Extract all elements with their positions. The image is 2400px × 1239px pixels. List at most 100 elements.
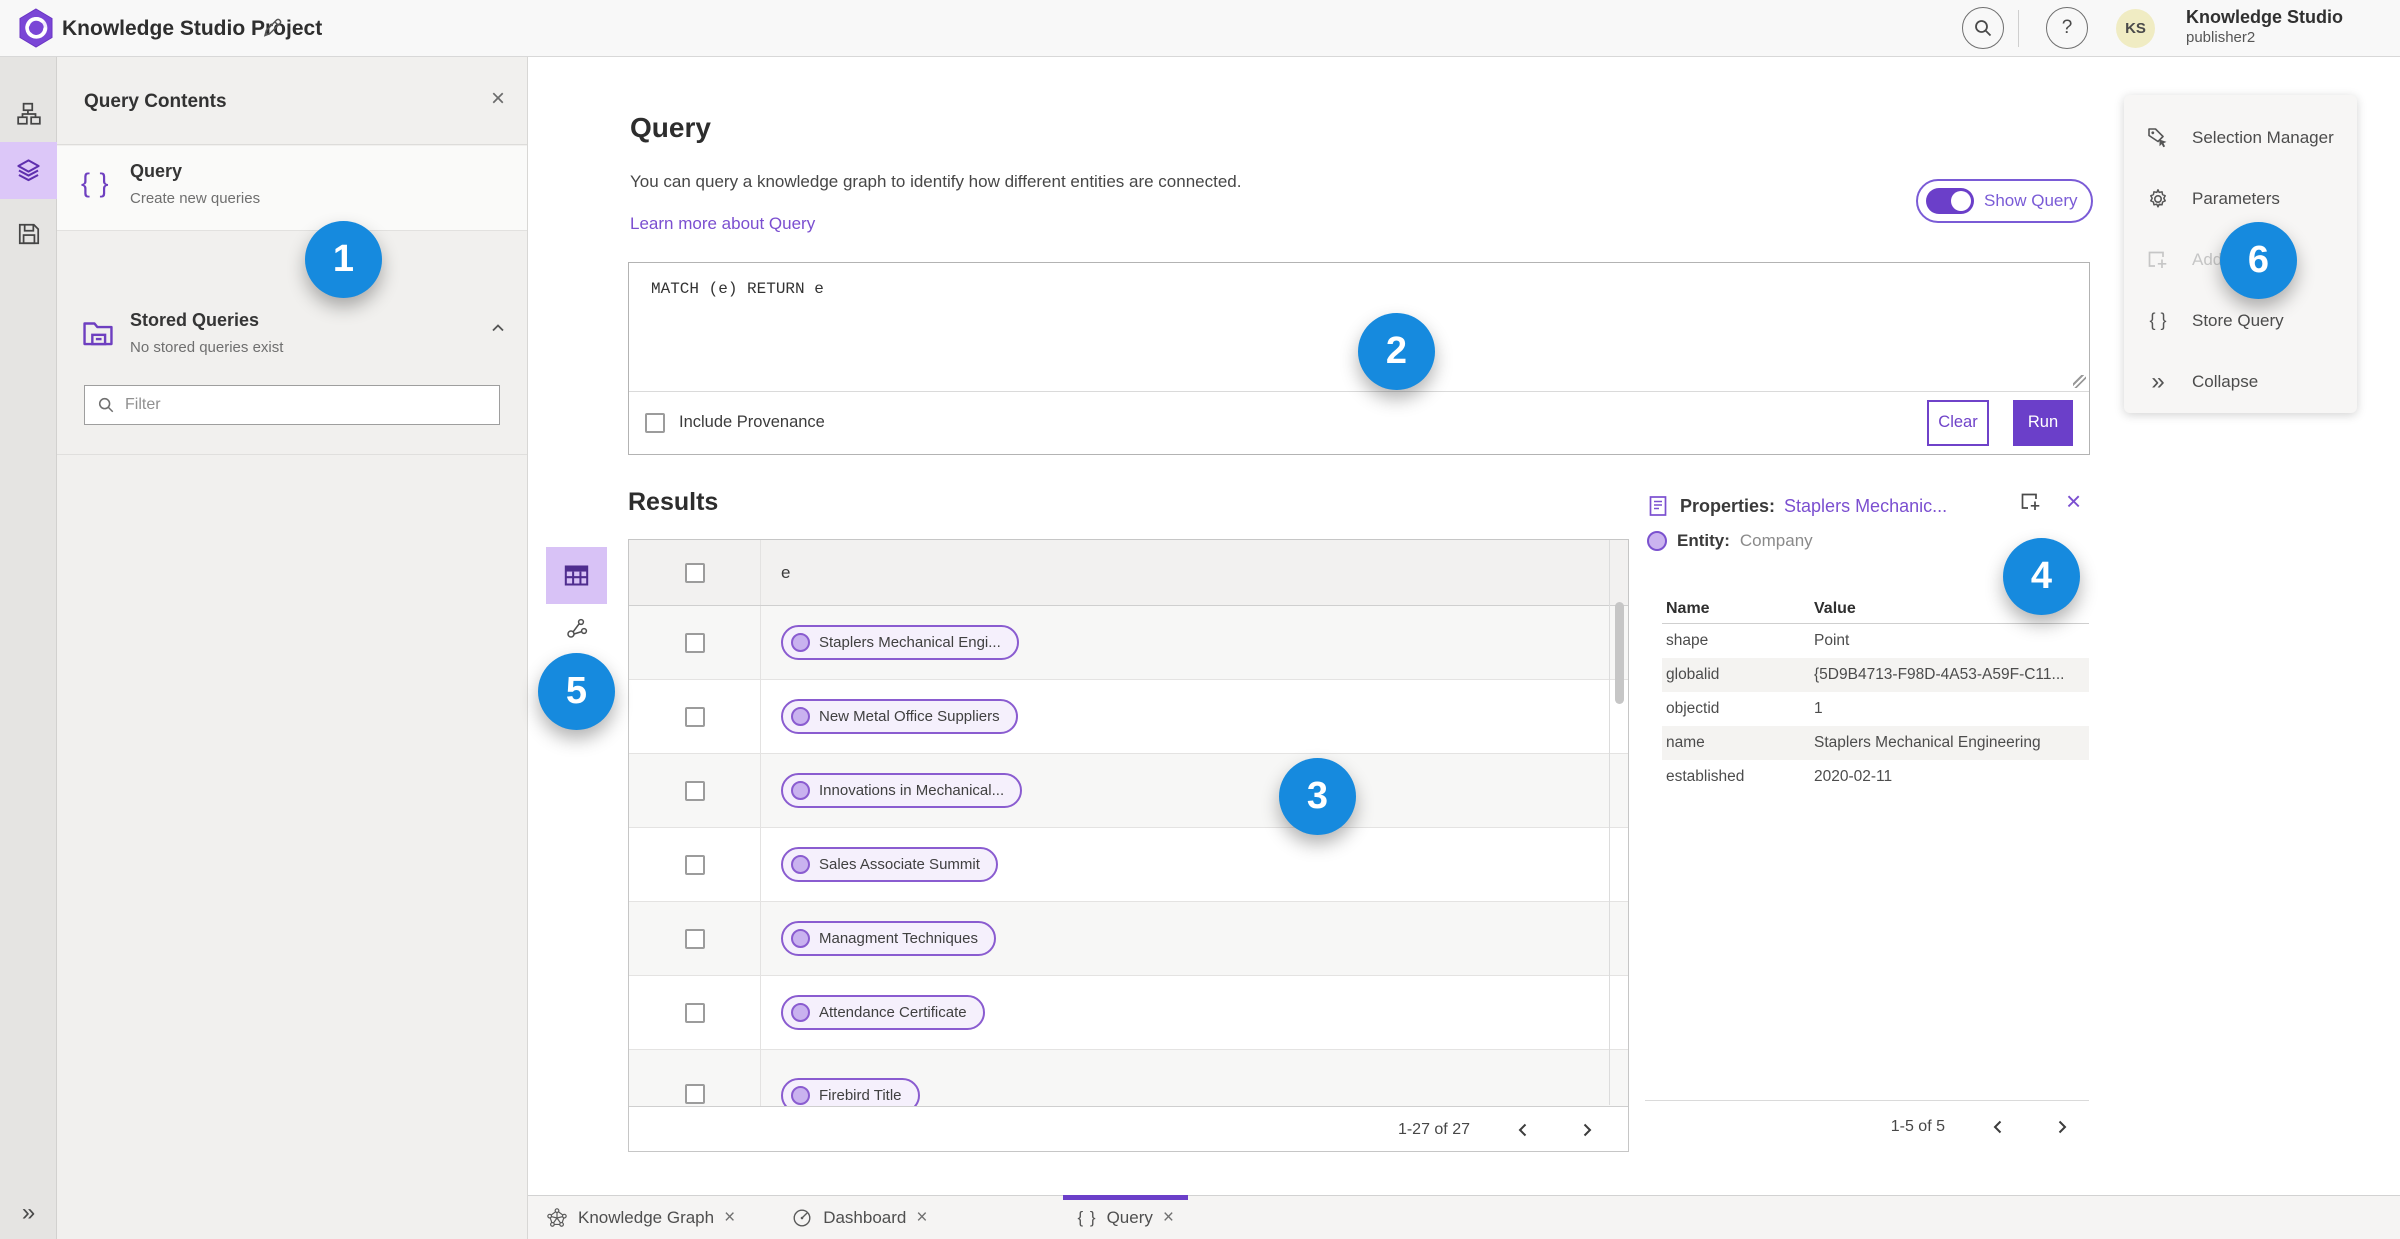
prop-name: shape [1666,632,1709,649]
resize-handle[interactable] [2073,375,2086,388]
properties-icon [1649,496,1668,516]
help-button[interactable]: ? [2046,7,2088,49]
results-table: e Staplers Mechanical Engi... New Metal … [628,539,1629,1152]
callout-badge-4: 4 [2003,538,2080,615]
query-heading: Query [630,112,711,143]
entity-chip[interactable]: Staplers Mechanical Engi... [781,625,1019,660]
rail-item-data-model[interactable] [0,85,57,142]
prop-name: established [1666,768,1745,785]
chevron-left-icon [1518,1123,1527,1137]
show-query-label: Show Query [1984,191,2078,210]
prop-name: name [1666,734,1705,751]
table-row[interactable]: Attendance Certificate [629,976,1628,1050]
link-chart-view-button[interactable] [560,612,594,646]
toggle-switch-icon [1926,188,1974,214]
entity-chip[interactable]: Managment Techniques [781,921,996,956]
rail-item-save[interactable] [0,205,57,262]
chevron-up-icon[interactable] [489,319,507,337]
selection-manager-icon [2148,127,2167,147]
tab-dashboard[interactable]: Dashboard × [777,1196,941,1239]
entity-dot-icon [791,855,810,874]
close-tab-icon[interactable]: × [916,1208,927,1227]
results-prev-button[interactable] [1512,1118,1534,1142]
close-tab-icon[interactable]: × [724,1208,735,1227]
menu-item-collapse[interactable]: » Collapse [2124,351,2357,412]
show-query-toggle[interactable]: Show Query [1916,179,2093,223]
expand-rail-button[interactable]: » [0,1199,57,1227]
callout-badge-6: 6 [2220,222,2297,299]
entity-chip-label: Staplers Mechanical Engi... [819,634,1001,651]
entity-label: Entity: [1677,531,1730,550]
property-row: name Staplers Mechanical Engineering [1662,726,2089,760]
properties-prev-button[interactable] [1987,1115,2009,1139]
entity-chip[interactable]: New Metal Office Suppliers [781,699,1018,734]
row-checkbox[interactable] [684,854,705,875]
callout-badge-5: 5 [538,653,615,730]
table-row[interactable]: Managment Techniques [629,902,1628,976]
row-checkbox[interactable] [684,1002,705,1023]
menu-item-parameters[interactable]: Parameters [2124,168,2357,229]
edit-title-icon[interactable] [260,16,284,40]
user-role: publisher2 [2186,28,2256,46]
table-view-button[interactable] [546,547,607,604]
results-heading: Results [628,488,719,516]
row-checkbox[interactable] [684,780,705,801]
prop-value: Point [1814,632,1850,649]
properties-pagination: 1-5 of 5 [1645,1100,2089,1152]
entity-chip[interactable]: Innovations in Mechanical... [781,773,1023,808]
top-bar: Knowledge Studio Project ? KS Knowledge … [0,0,2400,57]
entity-chip[interactable]: Firebird Title [781,1077,920,1106]
data-model-icon [16,102,41,125]
rail-item-contents[interactable] [0,142,57,199]
properties-next-button[interactable] [2051,1115,2073,1139]
stored-queries-icon [83,322,113,346]
menu-item-store-query[interactable]: { } Store Query [2124,290,2357,351]
query-description: You can query a knowledge graph to ident… [630,172,1242,191]
dashboard-icon [793,1209,811,1226]
tab-knowledge-graph[interactable]: Knowledge Graph × [532,1196,749,1239]
scrollbar-thumb[interactable] [1615,602,1624,704]
query-textarea[interactable]: MATCH (e) RETURN e [629,263,2089,392]
avatar[interactable]: KS [2116,9,2155,48]
row-checkbox[interactable] [684,632,705,653]
search-icon [1975,20,1992,37]
entity-chip[interactable]: Sales Associate Summit [781,847,998,882]
filter-input[interactable] [125,396,487,414]
select-all-checkbox[interactable] [684,562,705,583]
tab-label: Dashboard [823,1207,907,1227]
stored-queries-title: Stored Queries [130,310,260,330]
entity-chip[interactable]: Attendance Certificate [781,995,985,1030]
filter-field [84,385,500,425]
table-row[interactable]: Staplers Mechanical Engi... [629,606,1628,680]
table-row[interactable]: Innovations in Mechanical... [629,754,1628,828]
search-button[interactable] [1962,7,2004,49]
learn-more-link[interactable]: Learn more about Query [630,214,815,234]
entity-chip-label: Managment Techniques [819,930,978,947]
add-to-selection-icon[interactable] [2019,490,2043,514]
row-checkbox[interactable] [684,928,705,949]
query-contents-panel: Query Contents × { } Query Create new qu… [57,57,528,1239]
table-row[interactable]: Firebird Title [629,1050,1628,1106]
properties-entity-link[interactable]: Staplers Mechanic... [1784,496,1947,517]
tab-query[interactable]: { } Query × [1063,1195,1188,1239]
prop-name: objectid [1666,700,1720,717]
include-provenance-checkbox[interactable] [645,412,665,433]
close-panel-icon[interactable]: × [491,87,505,111]
table-row[interactable]: Sales Associate Summit [629,828,1628,902]
clear-button[interactable]: Clear [1927,399,1989,446]
row-checkbox[interactable] [684,706,705,727]
results-next-button[interactable] [1576,1118,1598,1142]
expand-rail-icon: » [21,1199,36,1226]
stored-queries-section: Stored Queries No stored queries exist [57,243,527,455]
close-tab-icon[interactable]: × [1163,1208,1174,1227]
filter-search-icon [98,397,114,413]
menu-item-selection-manager[interactable]: Selection Manager [2124,107,2357,168]
properties-close-icon[interactable]: × [2066,488,2081,514]
link-chart-icon [567,618,588,638]
run-button[interactable]: Run [2013,399,2073,446]
stored-queries-subtitle: No stored queries exist [130,339,284,356]
table-row[interactable]: New Metal Office Suppliers [629,680,1628,754]
entity-dot-icon [791,929,810,948]
row-checkbox[interactable] [684,1084,705,1104]
contents-item-query[interactable]: { } Query Create new queries [57,146,527,231]
